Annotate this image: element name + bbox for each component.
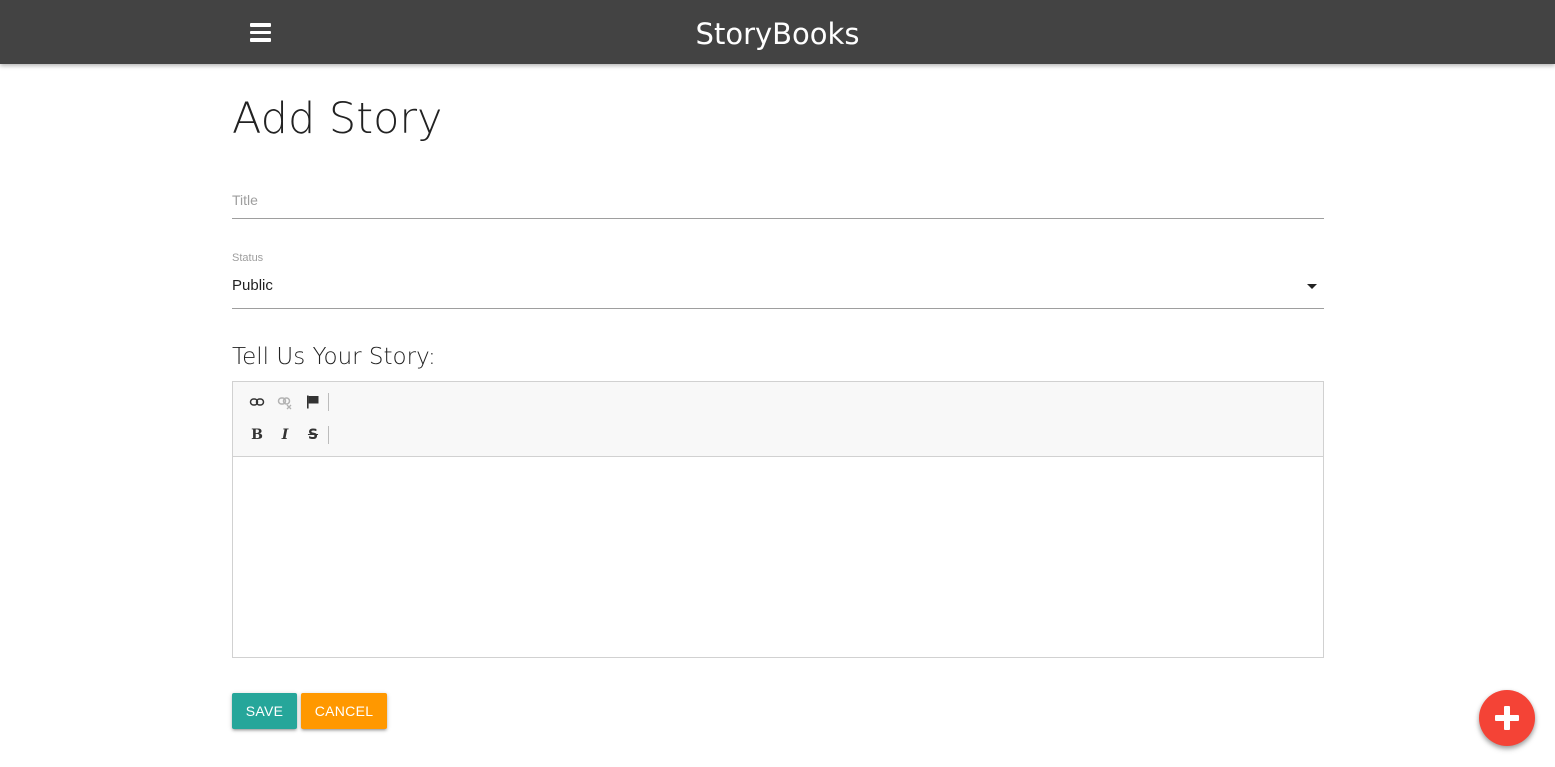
unlink-icon[interactable]: [271, 390, 299, 414]
brand-logo-link[interactable]: StoryBooks: [696, 17, 860, 51]
hamburger-menu-icon[interactable]: [250, 23, 271, 42]
italic-icon: I: [281, 427, 289, 443]
add-icon-vertical: [1504, 706, 1510, 730]
toolbar-row-links: [243, 390, 329, 414]
status-selected-value: Public: [232, 277, 273, 294]
strikethrough-button[interactable]: S: [299, 423, 327, 447]
toolbar-separator: [328, 426, 329, 444]
link-icon[interactable]: [243, 390, 271, 414]
add-story-fab-button[interactable]: [1479, 690, 1535, 746]
title-input[interactable]: [232, 182, 1324, 219]
story-heading: Tell Us Your Story:: [232, 344, 436, 370]
toolbar-separator: [328, 393, 329, 411]
strikethrough-icon: S: [307, 427, 319, 443]
title-field-wrapper: [232, 182, 1324, 220]
editor-toolbar: B I S: [233, 382, 1323, 457]
cancel-button[interactable]: Cancel: [301, 693, 387, 729]
brand-container: StoryBooks: [0, 0, 1555, 64]
status-label: Status: [232, 252, 264, 264]
editor-content-area[interactable]: [233, 457, 1323, 657]
anchor-flag-icon[interactable]: [299, 390, 327, 414]
page-title: Add Story: [232, 94, 443, 144]
bold-button[interactable]: B: [243, 423, 271, 447]
toolbar-row-format: B I S: [243, 423, 329, 447]
status-select[interactable]: Public: [232, 269, 1324, 309]
rich-text-editor: B I S: [232, 381, 1324, 658]
italic-button[interactable]: I: [271, 423, 299, 447]
bold-icon: B: [251, 427, 263, 443]
save-button[interactable]: Save: [232, 693, 297, 729]
top-navbar: StoryBooks: [0, 0, 1555, 64]
dropdown-caret-icon: [1307, 284, 1317, 289]
